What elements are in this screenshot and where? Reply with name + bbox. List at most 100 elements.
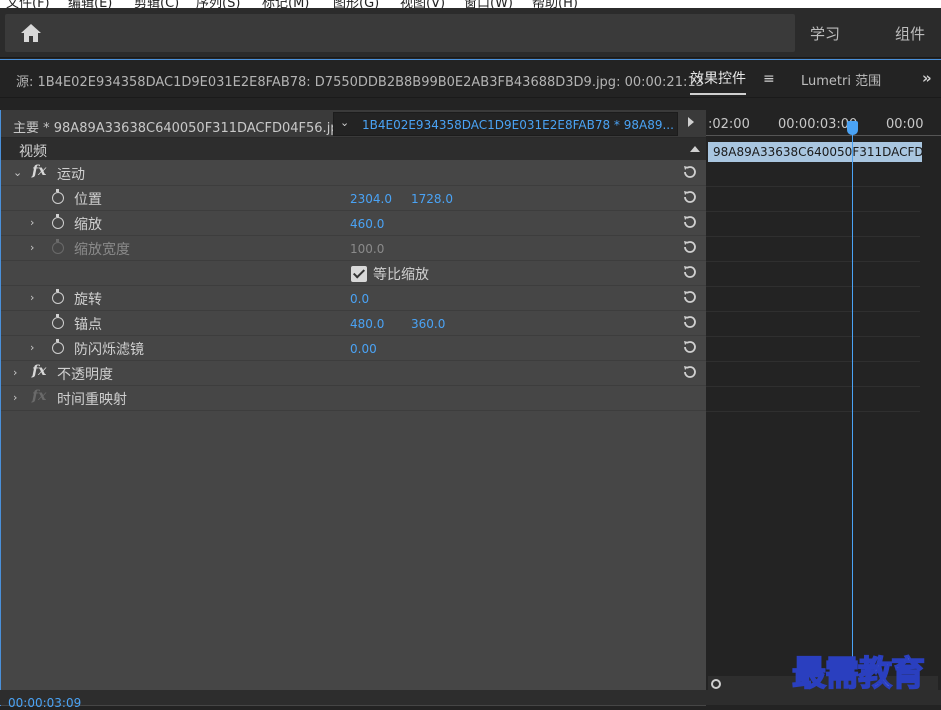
ruler-tick: :02:00 — [708, 117, 750, 132]
current-timecode[interactable]: 00:00:03:09 — [8, 696, 81, 710]
track-divider — [706, 386, 920, 387]
track-divider — [706, 186, 920, 187]
track-divider — [706, 361, 920, 362]
property-row-scale: › 缩放 460.0 — [1, 211, 707, 236]
playhead-line[interactable] — [852, 130, 853, 660]
chevron-right-icon[interactable]: › — [30, 341, 34, 354]
chevron-right-icon[interactable]: › — [30, 291, 34, 304]
tab-effect-controls[interactable]: 效果控件 — [690, 68, 746, 95]
menu-sequence[interactable]: 序列(S) — [196, 0, 240, 8]
stopwatch-icon[interactable] — [52, 339, 64, 354]
ruler-tick: 00:00 — [886, 117, 924, 132]
time-ruler[interactable]: :02:00 00:00:03:00 00:00 — [706, 110, 941, 138]
stopwatch-icon[interactable] — [52, 214, 64, 229]
menu-window[interactable]: 窗口(W) — [464, 0, 513, 8]
menu-help[interactable]: 帮助(H) — [532, 0, 578, 8]
reset-icon[interactable] — [682, 264, 698, 280]
zoom-handle[interactable] — [711, 679, 721, 689]
chevron-right-icon[interactable]: › — [13, 391, 17, 404]
tab-lumetri-scopes[interactable]: Lumetri 范围 — [801, 70, 881, 89]
track-divider — [706, 411, 920, 412]
ruler-line — [706, 135, 941, 136]
video-section-header[interactable]: 视频 — [1, 138, 707, 160]
stopwatch-icon[interactable] — [52, 289, 64, 304]
chevron-right-icon[interactable]: › — [30, 216, 34, 229]
track-divider — [706, 336, 920, 337]
stopwatch-icon[interactable] — [52, 189, 64, 204]
panel-menu-icon[interactable]: ≡ — [763, 71, 775, 87]
master-clip-label[interactable]: 主要 * 98A89A33638C640050F311DACFD04F56.jp… — [13, 117, 347, 136]
effects-list: 主要 * 98A89A33638C640050F311DACFD04F56.jp… — [0, 110, 707, 706]
property-row-flicker: › 防闪烁滤镜 0.00 — [1, 336, 707, 361]
effect-timeline[interactable]: :02:00 00:00:03:00 00:00 98A89A33638C640… — [706, 110, 941, 706]
position-x-value[interactable]: 2304.0 — [350, 192, 392, 206]
position-y-value[interactable]: 1728.0 — [411, 192, 453, 206]
anchor-x-value[interactable]: 480.0 — [350, 317, 384, 331]
stopwatch-icon — [52, 239, 64, 254]
clip-dropdown[interactable]: ⌄ 1B4E02E934358DAC1D9E031E2E8FAB78 * 98A… — [333, 112, 678, 136]
reset-icon[interactable] — [682, 239, 698, 255]
track-divider — [706, 286, 920, 287]
reset-icon[interactable] — [682, 289, 698, 305]
effect-label: 不透明度 — [57, 367, 113, 383]
watermark: 最需教育 — [791, 653, 926, 695]
menu-clip[interactable]: 剪辑(C) — [134, 0, 179, 8]
play-icon[interactable] — [688, 117, 694, 127]
effect-controls-panel: 源: 1B4E02E934358DAC1D9E031E2E8FAB78: D75… — [0, 59, 941, 706]
fx-icon: fx — [32, 388, 47, 404]
section-label: 视频 — [19, 144, 47, 160]
home-button[interactable] — [5, 14, 795, 52]
chevron-right-icon[interactable]: › — [13, 366, 17, 379]
reset-icon[interactable] — [682, 364, 698, 380]
reset-icon[interactable] — [682, 214, 698, 230]
reset-icon[interactable] — [682, 189, 698, 205]
effect-row-time-remap[interactable]: › fx 时间重映射 — [1, 386, 707, 411]
collapse-arrow-icon[interactable] — [690, 146, 700, 152]
reset-icon[interactable] — [682, 314, 698, 330]
effect-row-motion[interactable]: ⌄ fx 运动 — [1, 161, 707, 186]
property-row-position: 位置 2304.0 1728.0 — [1, 186, 707, 211]
playhead-handle[interactable] — [847, 121, 858, 135]
timeline-clip[interactable]: 98A89A33638C640050F311DACFD — [708, 142, 924, 162]
track-divider — [706, 261, 920, 262]
track-divider — [706, 236, 920, 237]
clip-selector-row: 主要 * 98A89A33638C640050F311DACFD04F56.jp… — [1, 110, 707, 138]
uniform-scale-checkbox[interactable] — [351, 266, 367, 282]
stopwatch-icon[interactable] — [52, 314, 64, 329]
menu-marker[interactable]: 标记(M) — [262, 0, 309, 8]
property-label: 缩放宽度 — [74, 242, 130, 258]
property-row-uniform-scale: 等比缩放 — [1, 261, 707, 286]
home-icon — [21, 24, 41, 42]
workspace-tab-learn[interactable]: 学习 — [810, 23, 840, 44]
fx-icon[interactable]: fx — [32, 163, 46, 179]
property-label: 位置 — [74, 192, 102, 208]
reset-icon[interactable] — [682, 339, 698, 355]
property-label: 缩放 — [74, 217, 102, 233]
menu-graphics[interactable]: 图形(G) — [333, 0, 379, 8]
selected-clip: 1B4E02E934358DAC1D9E031E2E8FAB78 * 98A89… — [362, 118, 674, 132]
more-panels-icon[interactable]: » — [922, 69, 932, 87]
ruler-tick: 00:00:03:00 — [778, 117, 858, 132]
scale-value[interactable]: 460.0 — [350, 217, 384, 231]
reset-icon[interactable] — [682, 164, 698, 180]
property-label: 旋转 — [74, 292, 102, 308]
source-title[interactable]: 源: 1B4E02E934358DAC1D9E031E2E8FAB78: D75… — [16, 71, 704, 90]
anchor-y-value[interactable]: 360.0 — [411, 317, 445, 331]
fx-icon[interactable]: fx — [32, 363, 46, 379]
menu-view[interactable]: 视图(V) — [400, 0, 445, 8]
workspace-bar: 学习 组件 — [0, 8, 941, 58]
track-divider — [706, 211, 920, 212]
flicker-value[interactable]: 0.00 — [350, 342, 377, 356]
rotation-value[interactable]: 0.0 — [350, 292, 369, 306]
panel-header: 源: 1B4E02E934358DAC1D9E031E2E8FAB78: D75… — [0, 60, 941, 98]
chevron-down-icon[interactable]: ⌄ — [13, 166, 22, 179]
menu-bar: 文件(F) 编辑(E) 剪辑(C) 序列(S) 标记(M) 图形(G) 视图(V… — [0, 0, 941, 8]
track-divider — [706, 311, 920, 312]
property-label: 锚点 — [74, 317, 102, 333]
effect-row-opacity[interactable]: › fx 不透明度 — [1, 361, 707, 386]
menu-edit[interactable]: 编辑(E) — [68, 0, 112, 8]
menu-file[interactable]: 文件(F) — [6, 0, 50, 8]
chevron-right-icon[interactable]: › — [30, 241, 34, 254]
property-label: 防闪烁滤镜 — [74, 342, 144, 358]
workspace-tab-assembly[interactable]: 组件 — [895, 23, 925, 44]
